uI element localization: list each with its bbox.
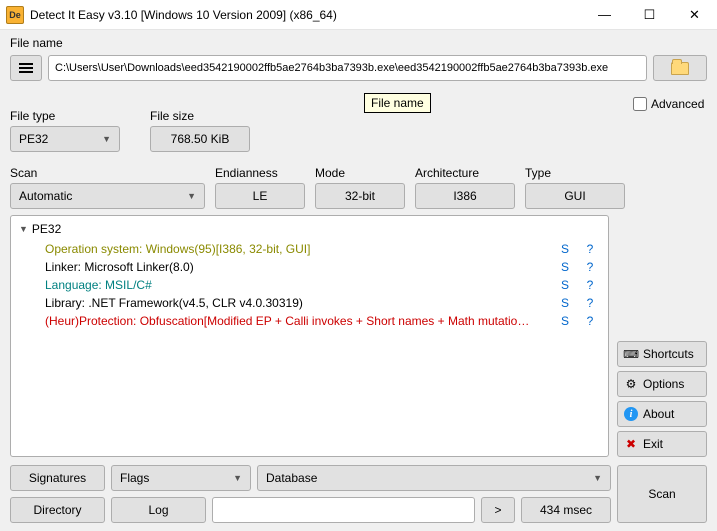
tree-line-q[interactable]: ? (580, 258, 600, 276)
options-button[interactable]: Options (617, 371, 707, 397)
tree-line-text: Operation system: Windows(95)[I386, 32-b… (45, 240, 550, 258)
about-label: About (643, 407, 674, 421)
file-type-value: PE32 (19, 132, 48, 146)
tree-line-q[interactable]: ? (580, 312, 600, 330)
chevron-down-icon: ▼ (593, 473, 602, 483)
file-path-input[interactable] (48, 55, 647, 81)
folder-icon (671, 62, 689, 75)
progress-bar (212, 497, 475, 523)
chevron-down-icon: ▼ (187, 191, 196, 201)
file-name-label: File name (10, 36, 707, 50)
type-button[interactable]: GUI (525, 183, 625, 209)
app-icon: De (6, 6, 24, 24)
gear-icon (624, 377, 638, 391)
options-label: Options (643, 377, 684, 391)
browse-button[interactable] (653, 55, 707, 81)
advanced-label: Advanced (651, 97, 704, 111)
endianness-value: LE (253, 189, 268, 203)
exit-button[interactable]: ✖ Exit (617, 431, 707, 457)
tree-line-q[interactable]: ? (580, 276, 600, 294)
window-title: Detect It Easy v3.10 [Windows 10 Version… (30, 8, 582, 22)
log-button[interactable]: Log (111, 497, 206, 523)
tree-line-text: Library: .NET Framework(v4.5, CLR v4.0.3… (45, 294, 550, 312)
tree-line-q[interactable]: ? (580, 240, 600, 258)
results-tree[interactable]: ▼ PE32 Operation system: Windows(95)[I38… (10, 215, 609, 457)
mode-value: 32-bit (345, 189, 375, 203)
chevron-down-icon: ▼ (102, 134, 111, 144)
shortcuts-label: Shortcuts (643, 347, 694, 361)
tree-line-s[interactable]: S (550, 276, 580, 294)
list-icon (19, 63, 33, 73)
scan-label: Scan (10, 166, 205, 180)
architecture-value: I386 (453, 189, 476, 203)
shortcuts-button[interactable]: Shortcuts (617, 341, 707, 367)
file-type-label: File type (10, 109, 120, 123)
title-bar: De Detect It Easy v3.10 [Windows 10 Vers… (0, 0, 717, 30)
exit-label: Exit (643, 437, 663, 451)
file-type-select[interactable]: PE32 ▼ (10, 126, 120, 152)
scan-mode-value: Automatic (19, 189, 72, 203)
maximize-button[interactable]: ☐ (627, 0, 672, 30)
scan-mode-select[interactable]: Automatic ▼ (10, 183, 205, 209)
tree-line-text: Language: MSIL/C# (45, 276, 550, 294)
tree-line[interactable]: (Heur)Protection: Obfuscation[Modified E… (19, 312, 600, 330)
keyboard-icon (624, 347, 638, 361)
tree-collapse-icon[interactable]: ▼ (19, 224, 28, 234)
tree-root-label: PE32 (32, 222, 61, 236)
file-size-button[interactable]: 768.50 KiB (150, 126, 250, 152)
chevron-down-icon: ▼ (233, 473, 242, 483)
endianness-label: Endianness (215, 166, 305, 180)
tree-line-q[interactable]: ? (580, 294, 600, 312)
architecture-button[interactable]: I386 (415, 183, 515, 209)
mode-label: Mode (315, 166, 405, 180)
type-value: GUI (564, 189, 585, 203)
scan-button[interactable]: Scan (617, 465, 707, 523)
tree-line-s[interactable]: S (550, 312, 580, 330)
exit-icon: ✖ (624, 437, 638, 451)
directory-button[interactable]: Directory (10, 497, 105, 523)
tree-line[interactable]: Operation system: Windows(95)[I386, 32-b… (19, 240, 600, 258)
database-select[interactable]: Database ▼ (257, 465, 611, 491)
file-list-button[interactable] (10, 55, 42, 81)
mode-button[interactable]: 32-bit (315, 183, 405, 209)
advanced-checkbox[interactable] (633, 97, 647, 111)
flags-select[interactable]: Flags ▼ (111, 465, 251, 491)
tooltip: File name (364, 93, 431, 113)
time-display: 434 msec (521, 497, 611, 523)
tree-line-text: Linker: Microsoft Linker(8.0) (45, 258, 550, 276)
about-button[interactable]: i About (617, 401, 707, 427)
tree-line[interactable]: Library: .NET Framework(v4.5, CLR v4.0.3… (19, 294, 600, 312)
type-label: Type (525, 166, 625, 180)
file-size-label: File size (150, 109, 250, 123)
info-icon: i (624, 407, 638, 421)
tree-line-s[interactable]: S (550, 258, 580, 276)
tree-line[interactable]: Linker: Microsoft Linker(8.0)S? (19, 258, 600, 276)
close-button[interactable]: ✕ (672, 0, 717, 30)
tree-line-s[interactable]: S (550, 240, 580, 258)
endianness-button[interactable]: LE (215, 183, 305, 209)
tree-line-text: (Heur)Protection: Obfuscation[Modified E… (45, 312, 550, 330)
tree-line[interactable]: Language: MSIL/C#S? (19, 276, 600, 294)
minimize-button[interactable]: — (582, 0, 627, 30)
file-size-value: 768.50 KiB (171, 132, 230, 146)
tree-line-s[interactable]: S (550, 294, 580, 312)
signatures-button[interactable]: Signatures (10, 465, 105, 491)
next-button[interactable]: > (481, 497, 515, 523)
architecture-label: Architecture (415, 166, 515, 180)
